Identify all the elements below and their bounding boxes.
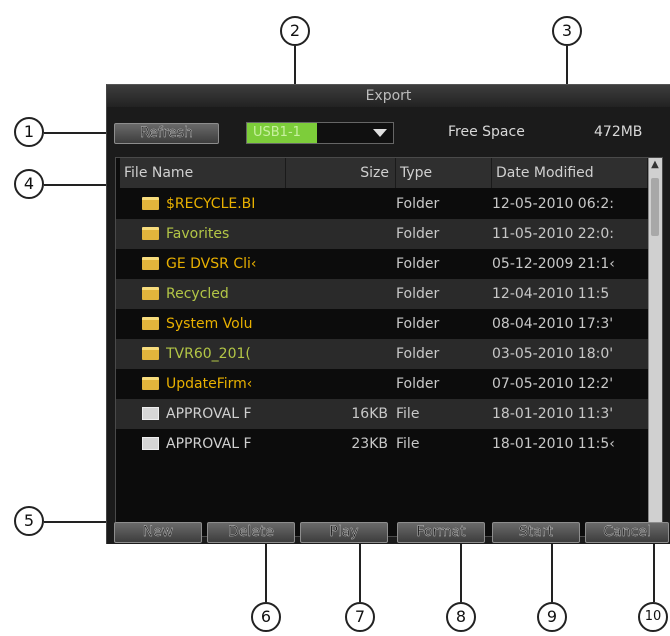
file-date-cell: 18-01-2010 11:5‹ (492, 436, 615, 452)
callout-6: 6 (251, 602, 281, 632)
file-size-cell (286, 369, 388, 399)
file-size-cell (286, 219, 388, 249)
new-button[interactable]: New (114, 522, 202, 543)
callout-1: 1 (14, 117, 44, 147)
file-date-cell: 07-05-2010 12:2' (492, 376, 614, 392)
file-size-cell (286, 249, 388, 279)
file-size-cell (286, 309, 388, 339)
refresh-button[interactable]: Refresh (114, 123, 219, 144)
table-row[interactable]: APPROVAL F 16KB File 18-01-2010 11:3' (116, 399, 648, 429)
export-dialog: Export Refresh USB1-1 Free Space 472MB F… (106, 84, 670, 544)
scroll-up-icon[interactable]: ▲ (650, 158, 660, 172)
file-type-cell: Folder (396, 346, 440, 362)
callout-8: 8 (446, 602, 476, 632)
file-name-cell: System Volu (166, 316, 253, 332)
table-row[interactable]: UpdateFirm‹ Folder 07-05-2010 12:2' (116, 369, 648, 399)
cancel-button[interactable]: Cancel (585, 522, 669, 543)
file-size-cell: 16KB (351, 406, 388, 422)
callout-5: 5 (14, 506, 44, 536)
table-row[interactable]: Favorites Folder 11-05-2010 22:0: (116, 219, 648, 249)
file-name-cell: APPROVAL F (166, 406, 252, 422)
file-date-cell: 18-01-2010 11:3' (492, 406, 614, 422)
file-name-cell: UpdateFirm‹ (166, 376, 253, 392)
device-select[interactable]: USB1-1 (246, 122, 394, 144)
file-type-cell: File (396, 406, 420, 422)
callout-10: 10 (638, 602, 668, 632)
callout-3: 3 (552, 16, 582, 46)
file-name-cell: GE DVSR Cli‹ (166, 256, 257, 272)
file-name-cell: APPROVAL F (166, 436, 252, 452)
file-list[interactable]: File Name Size Type Date Modified $RECYC… (115, 157, 663, 537)
file-size-cell (286, 279, 388, 309)
callout-9: 9 (537, 602, 567, 632)
file-date-cell: 12-05-2010 06:2: (492, 196, 614, 212)
device-select-value: USB1-1 (247, 123, 317, 143)
file-type-cell: Folder (396, 376, 440, 392)
free-space-label: Free Space (448, 124, 525, 140)
file-name-cell: Recycled (166, 286, 229, 302)
scrollbar-thumb[interactable] (651, 178, 659, 236)
column-header-file-name[interactable]: File Name (120, 158, 286, 188)
callout-7: 7 (345, 602, 375, 632)
table-row[interactable]: APPROVAL F 23KB File 18-01-2010 11:5‹ (116, 429, 648, 459)
table-row[interactable]: System Volu Folder 08-04-2010 17:3' (116, 309, 648, 339)
start-button[interactable]: Start (492, 522, 580, 543)
file-size-cell (286, 339, 388, 369)
file-type-cell: Folder (396, 226, 440, 242)
file-type-cell: Folder (396, 256, 440, 272)
callout-4: 4 (14, 169, 44, 199)
table-row[interactable]: Recycled Folder 12-04-2010 11:5 (116, 279, 648, 309)
table-row[interactable]: TVR60_201( Folder 03-05-2010 18:0' (116, 339, 648, 369)
scrollbar[interactable]: ▲ ▼ (648, 158, 662, 536)
file-type-cell: Folder (396, 316, 440, 332)
file-date-cell: 12-04-2010 11:5 (492, 286, 610, 302)
callout-2: 2 (280, 16, 310, 46)
column-header-size[interactable]: Size (286, 158, 396, 188)
file-date-cell: 11-05-2010 22:0: (492, 226, 614, 242)
free-space-value: 472MB (594, 124, 643, 140)
dialog-title: Export (107, 85, 670, 107)
play-button[interactable]: Play (300, 522, 388, 543)
chevron-down-icon (373, 129, 387, 137)
format-button[interactable]: Format (397, 522, 485, 543)
column-header-date-modified[interactable]: Date Modified (492, 158, 648, 188)
file-type-cell: File (396, 436, 420, 452)
file-date-cell: 08-04-2010 17:3' (492, 316, 614, 332)
file-type-cell: Folder (396, 286, 440, 302)
file-date-cell: 05-12-2009 21:1‹ (492, 256, 615, 272)
table-row[interactable]: $RECYCLE.BI Folder 12-05-2010 06:2: (116, 189, 648, 219)
file-type-cell: Folder (396, 196, 440, 212)
delete-button[interactable]: Delete (207, 522, 295, 543)
file-name-cell: $RECYCLE.BI (166, 196, 256, 212)
table-row[interactable]: GE DVSR Cli‹ Folder 05-12-2009 21:1‹ (116, 249, 648, 279)
file-name-cell: TVR60_201( (166, 346, 251, 362)
file-size-cell (286, 189, 388, 219)
file-name-cell: Favorites (166, 226, 230, 242)
file-size-cell: 23KB (351, 436, 388, 452)
column-header-type[interactable]: Type (396, 158, 492, 188)
file-date-cell: 03-05-2010 18:0' (492, 346, 614, 362)
